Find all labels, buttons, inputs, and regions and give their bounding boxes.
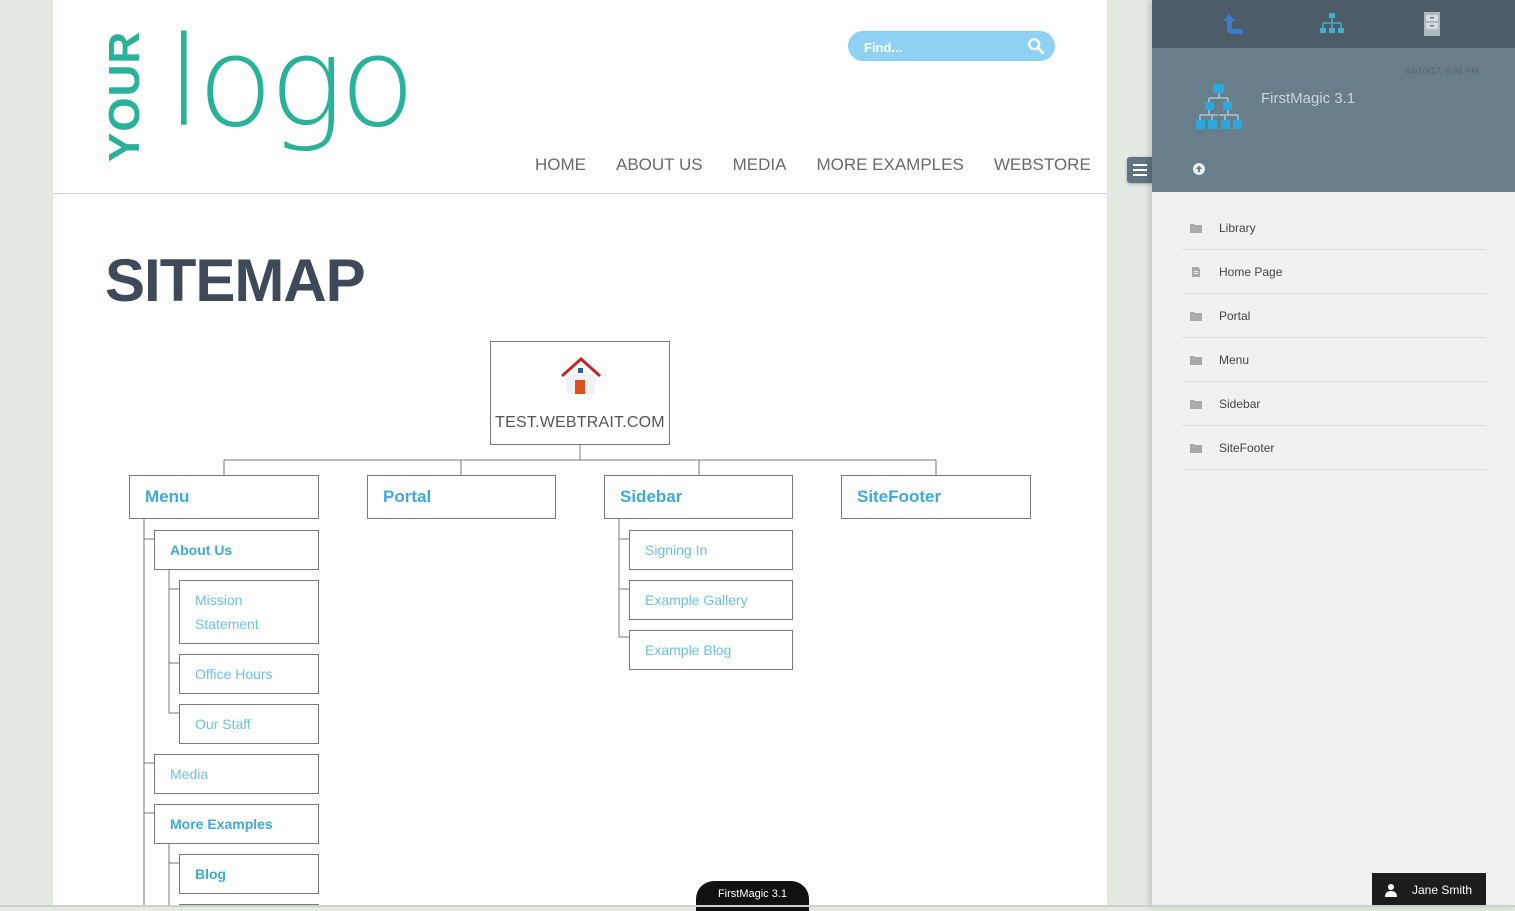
folder-icon [1190, 443, 1202, 453]
panel-item-label: Menu [1219, 352, 1250, 367]
sitemap-app-icon [1196, 84, 1242, 129]
panel-item-list: Library Home Page Portal Menu Sidebar Si… [1182, 206, 1486, 470]
panel-item-label: Home Page [1219, 264, 1283, 279]
folder-icon [1190, 311, 1202, 321]
sitemap-node-office-hours[interactable]: Office Hours [179, 654, 319, 694]
sitemap-node-about-us[interactable]: About Us [154, 530, 319, 570]
panel-menu-toggle[interactable] [1127, 157, 1153, 183]
panel-item-home-page[interactable]: Home Page [1182, 250, 1486, 294]
user-name: Jane Smith [1412, 883, 1473, 897]
document-icon [1192, 266, 1200, 277]
panel-item-label: Sidebar [1219, 396, 1261, 411]
folder-icon [1190, 355, 1202, 365]
panel-item-label: SiteFooter [1219, 440, 1275, 455]
sitemap-root-label: TEST.WEBTRAIT.COM [495, 414, 665, 431]
sitemap-node-example-blog[interactable]: Example Blog [629, 630, 793, 670]
user-badge[interactable]: Jane Smith [1372, 873, 1486, 907]
panel-item-sidebar[interactable]: Sidebar [1182, 382, 1486, 426]
sitemap-node-portal[interactable]: Portal [367, 475, 556, 519]
sitemap-node-example-gallery[interactable]: Example Gallery [629, 580, 793, 620]
panel-app-title: FirstMagic 3.1 [1261, 90, 1356, 107]
firstmagic-panel: 04/10/17, 6:01 PM FirstMagic 3.1 Library [1152, 0, 1515, 907]
folder-icon [1190, 399, 1202, 409]
sitemap-node-media[interactable]: Media [154, 754, 319, 794]
sitemap-node-mission-statement[interactable]: Mission Statement [179, 580, 319, 644]
add-circle-icon[interactable] [1192, 162, 1206, 176]
file-cabinet-icon[interactable] [1419, 10, 1445, 38]
panel-item-label: Portal [1219, 308, 1251, 323]
panel-timestamp: 04/10/17, 6:01 PM [1405, 66, 1479, 76]
sitemap-node-menu[interactable]: Menu [129, 475, 319, 519]
sitemap-node-sidebar[interactable]: Sidebar [604, 475, 793, 519]
panel-item-library[interactable]: Library [1182, 206, 1486, 250]
sitemap-root-node[interactable]: TEST.WEBTRAIT.COM [490, 341, 670, 445]
sitemap-node-our-staff[interactable]: Our Staff [179, 704, 319, 744]
back-arrow-icon[interactable] [1221, 10, 1247, 38]
panel-item-menu[interactable]: Menu [1182, 338, 1486, 382]
panel-item-label: Library [1219, 220, 1256, 235]
sitemap-icon[interactable] [1319, 10, 1345, 38]
panel-item-portal[interactable]: Portal [1182, 294, 1486, 338]
site-page: YOUR logo HOME ABOUT US MEDIA MORE EXAMP… [53, 0, 1107, 907]
sitemap-node-blog[interactable]: Blog [179, 854, 319, 894]
sitemap-node-sitefooter[interactable]: SiteFooter [841, 475, 1031, 519]
sitemap-node-signing-in[interactable]: Signing In [629, 530, 793, 570]
house-icon [560, 356, 602, 394]
hamburger-icon [1133, 164, 1147, 176]
sitemap-node-more-examples[interactable]: More Examples [154, 804, 319, 844]
panel-toolbar [1152, 0, 1515, 48]
folder-icon [1190, 223, 1202, 233]
user-icon [1385, 884, 1397, 897]
panel-item-sitefooter[interactable]: SiteFooter [1182, 426, 1486, 470]
